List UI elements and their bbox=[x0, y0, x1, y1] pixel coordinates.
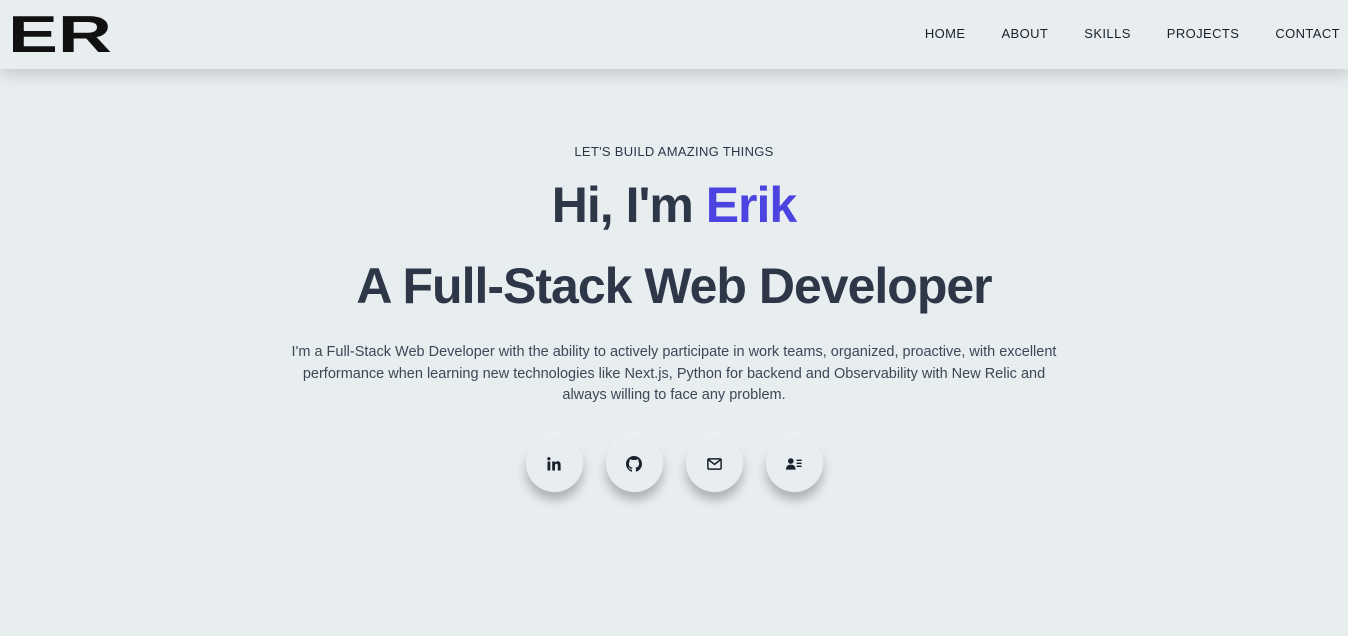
github-icon bbox=[626, 455, 642, 472]
linkedin-icon bbox=[547, 456, 561, 470]
logo[interactable]: ER bbox=[8, 6, 113, 64]
resume-button[interactable] bbox=[765, 435, 823, 492]
hero-section: LET'S BUILD AMAZING THINGS Hi, I'm Erik … bbox=[0, 69, 1348, 636]
hero-greeting: Hi, I'm Erik bbox=[0, 175, 1348, 235]
email-button[interactable] bbox=[685, 435, 743, 492]
mail-icon bbox=[706, 457, 722, 470]
nav-about[interactable]: ABOUT bbox=[1001, 26, 1048, 41]
nav-projects[interactable]: PROJECTS bbox=[1167, 26, 1240, 41]
nav-skills[interactable]: SKILLS bbox=[1084, 26, 1131, 41]
nav-home[interactable]: HOME bbox=[925, 26, 966, 41]
linkedin-button[interactable] bbox=[525, 435, 583, 492]
contact-card-icon bbox=[786, 458, 802, 470]
hero-role: A Full-Stack Web Developer bbox=[356, 258, 992, 314]
github-button[interactable] bbox=[605, 435, 663, 492]
hero-name: Erik bbox=[705, 177, 798, 233]
hero-tagline: LET'S BUILD AMAZING THINGS bbox=[574, 144, 774, 159]
logo-mark: ER bbox=[8, 6, 112, 64]
svg-text:ER: ER bbox=[9, 14, 112, 54]
nav-links: HOME ABOUT SKILLS PROJECTS CONTACT bbox=[889, 0, 1340, 66]
navbar: ER HOME ABOUT SKILLS PROJECTS CONTACT bbox=[0, 0, 1348, 69]
nav-contact[interactable]: CONTACT bbox=[1275, 26, 1340, 41]
hero-bio: I'm a Full-Stack Web Developer with the … bbox=[291, 344, 1057, 403]
greeting-text: Hi, I'm bbox=[551, 177, 706, 233]
social-links bbox=[0, 435, 1348, 492]
